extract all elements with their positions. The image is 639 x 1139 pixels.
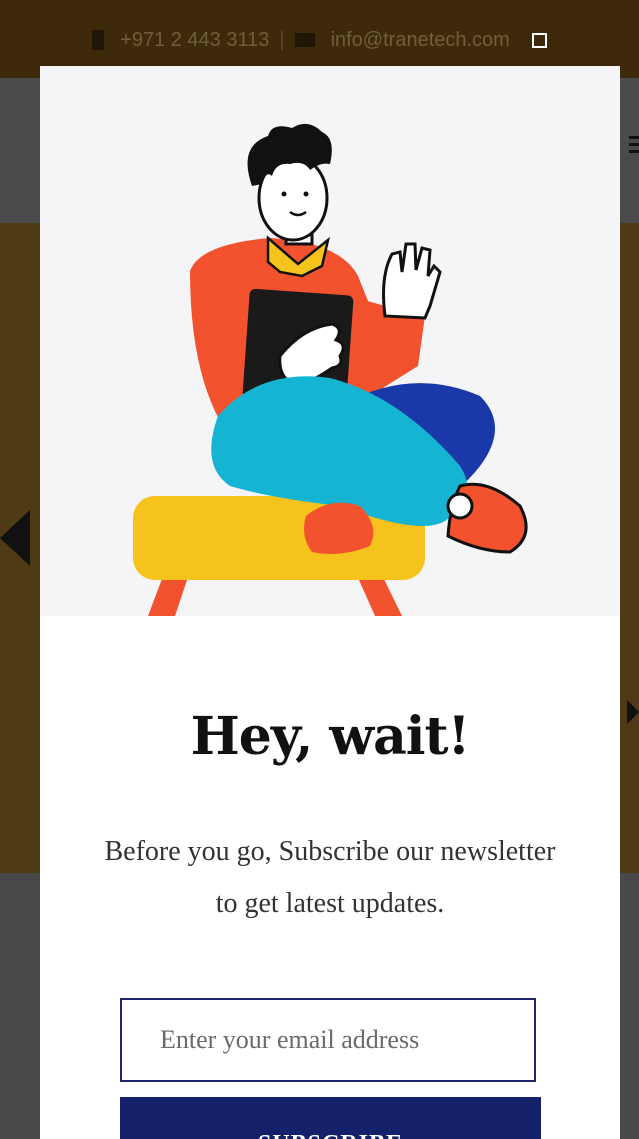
email-field[interactable] bbox=[120, 998, 536, 1082]
person-sitting-illustration bbox=[133, 123, 528, 616]
subscribe-button[interactable]: SUBSCRIBE bbox=[120, 1097, 541, 1139]
square-icon[interactable] bbox=[531, 32, 547, 48]
contact-separator: | bbox=[279, 28, 285, 51]
slider-prev-icon[interactable] bbox=[0, 510, 30, 566]
popup-illustration bbox=[40, 66, 620, 616]
popup-title: Hey, wait! bbox=[190, 706, 471, 767]
envelope-icon bbox=[294, 33, 315, 47]
contact-email[interactable]: info@tranetech.com bbox=[331, 29, 510, 52]
phone-icon bbox=[92, 30, 105, 50]
popup-description: Before you go, Subscribe our newsletter … bbox=[104, 836, 556, 919]
slider-next-icon[interactable] bbox=[627, 700, 639, 724]
phone-number[interactable]: +971 2 443 3113 bbox=[120, 29, 269, 52]
menu-icon[interactable] bbox=[629, 132, 639, 158]
newsletter-popup: Hey, wait! Before you go, Subscribe our … bbox=[40, 66, 620, 1139]
contact-row: +971 2 443 3113 | info@tranetech.com bbox=[0, 24, 639, 56]
